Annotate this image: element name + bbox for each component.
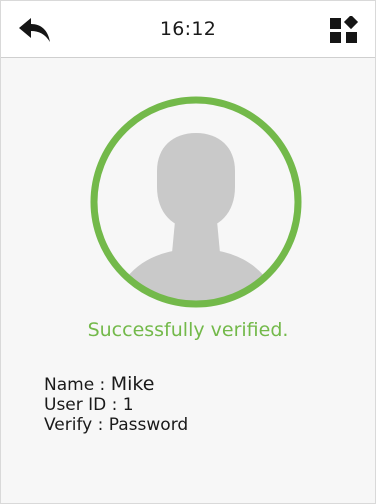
verification-status: Successfully verified. <box>87 319 289 341</box>
user-id-value: 1 <box>122 395 134 415</box>
user-info: Name : Mike User ID : 1 Verify : Passwor… <box>44 374 188 435</box>
user-id-label: User ID : <box>44 395 118 415</box>
top-bar: 16:12 <box>1 1 375 58</box>
verify-value: Password <box>108 415 189 435</box>
clock-time: 16:12 <box>159 18 217 40</box>
grid-menu-icon <box>330 16 359 43</box>
user-silhouette-icon <box>90 96 302 308</box>
name-label: Name : <box>44 375 106 395</box>
verify-row: Verify : Password <box>44 415 188 435</box>
verify-label: Verify : <box>44 415 104 435</box>
name-value: Mike <box>110 373 155 395</box>
profile-avatar <box>87 93 305 311</box>
verification-screen: 16:12 Successfully verified. Name: Mike… <box>0 0 376 504</box>
menu-button[interactable] <box>327 15 361 45</box>
name-row: Name : Mike <box>44 374 188 395</box>
user-id-row: User ID : 1 <box>44 395 188 415</box>
